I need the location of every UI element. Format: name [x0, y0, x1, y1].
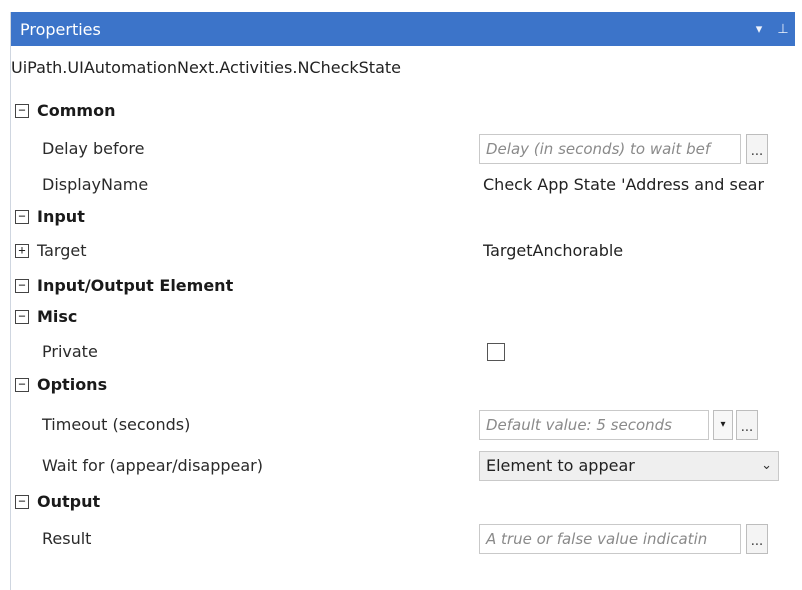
wait-for-selected-value: Element to appear: [486, 456, 635, 475]
collapse-icon[interactable]: −: [15, 377, 29, 392]
wait-for-select[interactable]: Element to appear ⌄: [479, 450, 779, 481]
collapse-icon[interactable]: −: [15, 278, 29, 293]
pin-icon[interactable]: ⊥: [771, 22, 795, 37]
delay-before-input[interactable]: Delay (in seconds) to wait bef: [479, 133, 741, 164]
panel-title: Properties: [20, 19, 101, 39]
property-label: Result: [42, 529, 92, 548]
property-row-result: Result A true or false value indicatin .…: [11, 522, 795, 555]
category-input[interactable]: − Input: [11, 200, 795, 233]
ellipsis-button[interactable]: ...: [736, 409, 758, 440]
category-label: Misc: [37, 307, 78, 326]
spin-down-icon[interactable]: ▾: [713, 409, 733, 440]
properties-titlebar: Properties ▾ ⊥: [11, 12, 795, 46]
expand-icon[interactable]: +: [15, 243, 29, 258]
category-io-element[interactable]: − Input/Output Element: [11, 269, 795, 302]
category-label: Output: [37, 492, 101, 511]
property-label: Target: [37, 241, 87, 260]
target-value[interactable]: TargetAnchorable: [483, 241, 623, 260]
category-options[interactable]: − Options: [11, 368, 795, 401]
private-checkbox[interactable]: [487, 342, 505, 361]
category-label: Options: [37, 375, 108, 394]
timeout-input[interactable]: Default value: 5 seconds: [479, 409, 709, 440]
collapse-icon[interactable]: −: [15, 309, 29, 324]
property-label: Wait for (appear/disappear): [42, 456, 263, 475]
property-label: Delay before: [42, 139, 145, 158]
property-label: Private: [42, 342, 98, 361]
ellipsis-button[interactable]: ...: [746, 523, 768, 554]
property-row-display-name: DisplayName Check App State 'Address and…: [11, 168, 795, 201]
category-misc[interactable]: − Misc: [11, 300, 795, 333]
chevron-down-icon[interactable]: ▾: [747, 22, 771, 37]
chevron-down-icon: ⌄: [761, 458, 772, 473]
property-row-timeout: Timeout (seconds) Default value: 5 secon…: [11, 408, 795, 441]
category-label: Input/Output Element: [37, 276, 234, 295]
property-row-wait-for: Wait for (appear/disappear) Element to a…: [11, 449, 795, 482]
collapse-icon[interactable]: −: [15, 103, 29, 118]
category-common[interactable]: − Common: [11, 94, 795, 127]
collapse-icon[interactable]: −: [15, 209, 29, 224]
result-input[interactable]: A true or false value indicatin: [479, 523, 741, 554]
category-label: Input: [37, 207, 85, 226]
activity-type-name: UiPath.UIAutomationNext.Activities.NChec…: [11, 58, 401, 77]
ellipsis-button[interactable]: ...: [746, 133, 768, 164]
property-label: Timeout (seconds): [42, 415, 191, 434]
property-row-target: + Target TargetAnchorable: [11, 234, 795, 267]
property-row-delay-before: Delay before Delay (in seconds) to wait …: [11, 132, 795, 165]
property-label: DisplayName: [42, 175, 149, 194]
properties-panel: Properties ▾ ⊥ UiPath.UIAutomationNext.A…: [10, 12, 795, 590]
display-name-value[interactable]: Check App State 'Address and sear: [483, 175, 764, 194]
collapse-icon[interactable]: −: [15, 494, 29, 509]
property-row-private: Private: [11, 335, 795, 368]
category-output[interactable]: − Output: [11, 485, 795, 518]
category-label: Common: [37, 101, 116, 120]
